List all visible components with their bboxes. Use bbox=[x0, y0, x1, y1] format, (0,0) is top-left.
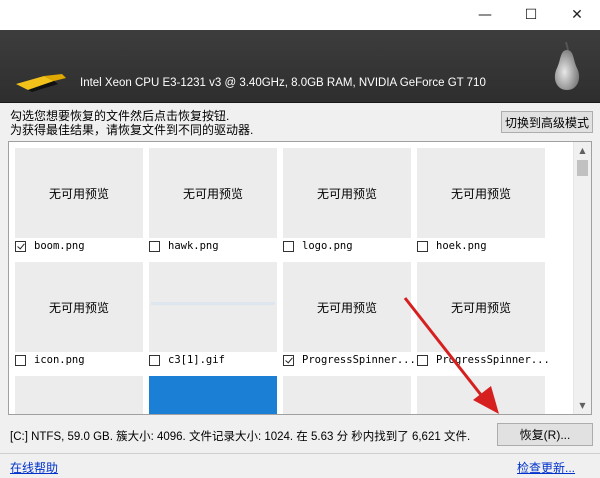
header-banner: Intel Xeon CPU E3-1231 v3 @ 3.40GHz, 8.0… bbox=[0, 30, 600, 103]
file-checkbox[interactable] bbox=[15, 240, 26, 252]
file-name: logo.png bbox=[302, 240, 353, 252]
file-item[interactable]: boom.png bbox=[15, 238, 85, 254]
preview-text: 无可用预览 bbox=[48, 300, 109, 315]
file-preview[interactable]: 无可用预览 bbox=[283, 262, 411, 352]
file-name: hawk.png bbox=[168, 240, 219, 252]
maximize-button[interactable]: ☐ bbox=[508, 0, 554, 30]
file-checkbox[interactable] bbox=[283, 354, 294, 366]
preview-text: 无可用预览 bbox=[450, 186, 511, 201]
scan-status: [C:] NTFS, 59.0 GB. 簇大小: 4096. 文件记录大小: 1… bbox=[10, 431, 471, 443]
file-preview[interactable] bbox=[149, 262, 277, 352]
scroll-up-arrow-icon[interactable]: ▲ bbox=[574, 142, 591, 159]
file-preview[interactable] bbox=[15, 376, 143, 414]
instruction-line-2: 为获得最佳结果，请恢复文件到不同的驱动器. bbox=[10, 123, 254, 137]
footer-divider bbox=[0, 453, 600, 454]
file-item[interactable]: hoek.png bbox=[417, 238, 487, 254]
advanced-mode-button[interactable]: 切换到高级模式 bbox=[501, 111, 593, 133]
file-item[interactable]: c3[1].gif bbox=[149, 352, 225, 368]
file-checkbox[interactable] bbox=[149, 354, 160, 366]
broom-icon bbox=[16, 74, 66, 92]
title-bar: — ☐ ✕ bbox=[0, 0, 600, 30]
pear-icon bbox=[554, 41, 580, 90]
minimize-button[interactable]: — bbox=[462, 0, 508, 30]
file-checkbox[interactable] bbox=[149, 240, 160, 252]
annotation-arrow-icon bbox=[403, 297, 499, 414]
preview-text: 无可用预览 bbox=[316, 186, 377, 201]
file-item[interactable]: icon.png bbox=[15, 352, 85, 368]
file-item[interactable]: hawk.png bbox=[149, 238, 219, 254]
file-preview[interactable]: 无可用预览 bbox=[417, 148, 545, 238]
close-button[interactable]: ✕ bbox=[554, 0, 600, 30]
scroll-down-arrow-icon[interactable]: ▼ bbox=[574, 397, 591, 414]
file-checkbox[interactable] bbox=[283, 240, 294, 252]
file-preview[interactable]: 无可用预览 bbox=[149, 148, 277, 238]
file-name: icon.png bbox=[34, 354, 85, 366]
file-item[interactable]: logo.png bbox=[283, 238, 353, 254]
online-help-link[interactable]: 在线帮助 bbox=[10, 459, 58, 476]
file-preview[interactable]: 无可用预览 bbox=[15, 262, 143, 352]
file-preview[interactable]: 无可用预览 bbox=[15, 148, 143, 238]
file-name: c3[1].gif bbox=[168, 354, 225, 366]
file-preview[interactable]: 无可用预览 bbox=[283, 148, 411, 238]
preview-text: 无可用预览 bbox=[48, 186, 109, 201]
file-checkbox[interactable] bbox=[15, 354, 26, 366]
system-info: Intel Xeon CPU E3-1231 v3 @ 3.40GHz, 8.0… bbox=[80, 77, 486, 89]
check-updates-link[interactable]: 检查更新... bbox=[517, 459, 575, 476]
preview-text: 无可用预览 bbox=[182, 186, 243, 201]
instruction-line-1: 勾选您想要恢复的文件然后点击恢复按钮. bbox=[10, 109, 230, 123]
preview-text: 无可用预览 bbox=[316, 300, 377, 315]
file-checkbox[interactable] bbox=[417, 240, 428, 252]
file-name: hoek.png bbox=[436, 240, 487, 252]
file-preview[interactable] bbox=[149, 376, 277, 414]
scrollbar-thumb[interactable] bbox=[577, 160, 588, 176]
recover-button[interactable]: 恢复(R)... bbox=[497, 423, 593, 446]
file-name: boom.png bbox=[34, 240, 85, 252]
instructions: 勾选您想要恢复的文件然后点击恢复按钮. 为获得最佳结果，请恢复文件到不同的驱动器… bbox=[10, 109, 253, 137]
file-preview[interactable] bbox=[283, 376, 411, 414]
gif-preview-strip bbox=[151, 302, 275, 305]
vertical-scrollbar[interactable]: ▲ ▼ bbox=[573, 142, 591, 414]
